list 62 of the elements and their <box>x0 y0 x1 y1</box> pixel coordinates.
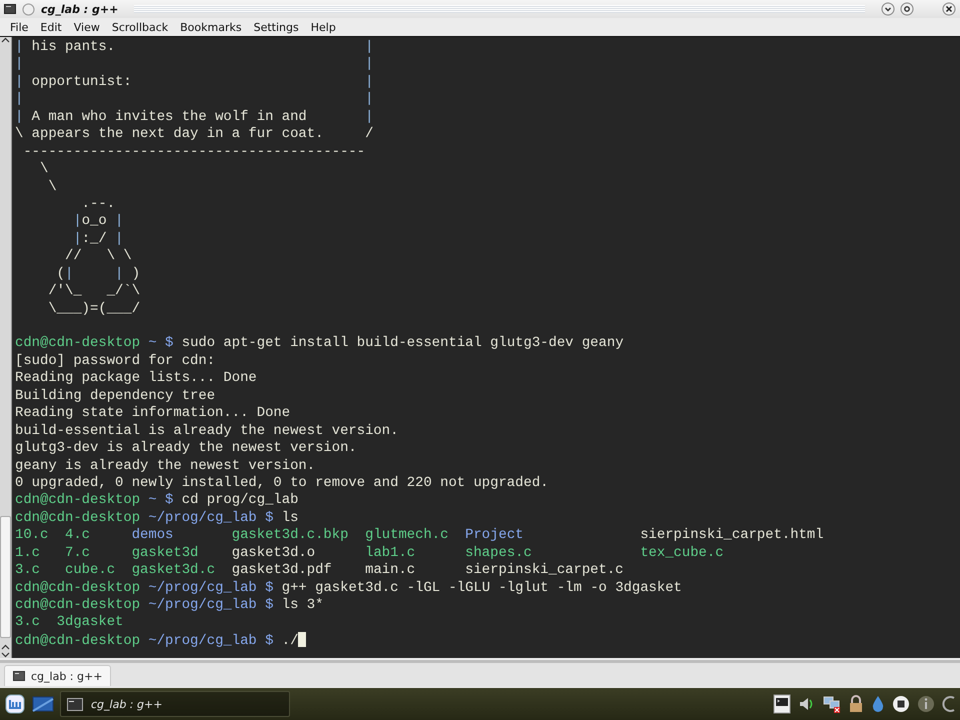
terminal-line: 3.c cube.c gasket3d.c gasket3d.pdf main.c sierpinski_carpet.c <box>15 562 624 578</box>
info-icon[interactable] <box>917 695 935 713</box>
terminal-line: Building dependency tree <box>15 388 216 404</box>
maximize-button[interactable] <box>900 2 914 16</box>
terminal-line: | his pants. | <box>15 39 374 55</box>
close-button[interactable] <box>942 2 956 16</box>
terminal-icon <box>4 3 16 15</box>
crescent-icon[interactable] <box>942 695 956 713</box>
terminal-line: // \ \ <box>64 248 132 264</box>
scroll-arrows-icon <box>1 644 10 658</box>
terminal-line: Reading package lists... Done <box>15 370 257 386</box>
terminal-line: |:_/ | <box>72 230 124 247</box>
scrollbar[interactable] <box>0 37 12 658</box>
terminal-line: geany is already the newest version. <box>15 458 316 474</box>
terminal-line: (| | ) <box>56 266 140 282</box>
taskbar-task[interactable]: cg_lab : g++ <box>60 691 290 717</box>
menu-item[interactable]: View <box>68 20 106 34</box>
show-desktop-icon[interactable] <box>32 695 54 713</box>
terminal-line: [sudo] password for cdn: <box>15 352 216 369</box>
terminal-line: cdn@cdn-desktop ~ $ sudo apt-get install build-essential glutg3-dev geany <box>15 335 624 352</box>
terminal-line: Reading state information... Done <box>15 405 290 422</box>
menu-item[interactable]: Settings <box>248 20 305 34</box>
window-title: cg_lab : g++ <box>41 2 118 16</box>
terminal-line: \ appears the next day in a fur coat. / <box>15 126 374 142</box>
terminal-line: cdn@cdn-desktop ~/prog/cg_lab $ ls 3* <box>15 597 324 613</box>
minimize-button[interactable] <box>881 2 895 16</box>
terminal-line: cdn@cdn-desktop ~/prog/cg_lab $ g++ gasket3d.c -lGL -lGLU -lglut -lm -o 3dgasket <box>15 580 682 596</box>
terminal-line: build-essential is already the newest version. <box>15 422 398 439</box>
terminal-line: cdn@cdn-desktop ~ $ cd prog/cg_lab <box>15 492 298 508</box>
stop-icon[interactable] <box>892 695 910 713</box>
terminal-line: cdn@cdn-desktop ~/prog/cg_lab $ ls <box>15 510 298 526</box>
menu-logo-icon[interactable] <box>4 693 26 715</box>
terminal-line: .--. <box>80 196 116 212</box>
session-tab[interactable]: cg_lab : g++ <box>4 665 112 686</box>
terminal-line: \ <box>47 178 57 194</box>
terminal-line: glutg3-dev is already the newest version. <box>15 440 357 456</box>
terminal-line: |o_o | <box>72 213 124 230</box>
terminal-line: | A man who invites the wolf in and | <box>15 108 374 125</box>
terminal-line: ----------------------------------------- <box>22 144 366 160</box>
terminal-icon <box>67 698 83 710</box>
scrollbar-thumb[interactable] <box>0 516 11 638</box>
terminal-line: 0 upgraded, 0 newly installed, 0 to remove and 220 not upgraded. <box>15 474 548 491</box>
terminal-line: 3.c 3dgasket <box>15 614 124 630</box>
terminal-line: 10.c 4.c demos gasket3d.c.bkp glutmech.c Project sierpinski_carpet.html <box>15 527 824 544</box>
menu-item[interactable]: File <box>4 20 34 34</box>
terminal-line: /'\_ _/`\ <box>47 283 140 300</box>
terminal-line: | | <box>15 91 374 108</box>
terminal-line: 1.c 7.c gasket3d gasket3d.o lab1.c shapes.c tex_cube.c <box>15 544 724 561</box>
network-icon[interactable] <box>823 695 841 713</box>
droplet-icon[interactable] <box>871 695 885 713</box>
menu-item[interactable]: Edit <box>34 20 68 34</box>
menu-item[interactable]: Scrollback <box>106 20 174 34</box>
terminal-icon[interactable] <box>773 694 791 714</box>
terminal-line: | | <box>15 56 374 72</box>
terminal-icon <box>13 671 25 681</box>
terminal-line: cdn@cdn-desktop ~/prog/cg_lab $ ./ <box>15 632 298 649</box>
terminal-line: \ <box>39 161 48 178</box>
menu-item[interactable]: Help <box>304 20 342 34</box>
terminal-line: | opportunist: | <box>15 74 374 90</box>
menu-item[interactable]: Bookmarks <box>174 20 248 34</box>
terminal-line: \___)=(___/ <box>47 300 140 317</box>
lock-icon[interactable] <box>848 695 864 713</box>
